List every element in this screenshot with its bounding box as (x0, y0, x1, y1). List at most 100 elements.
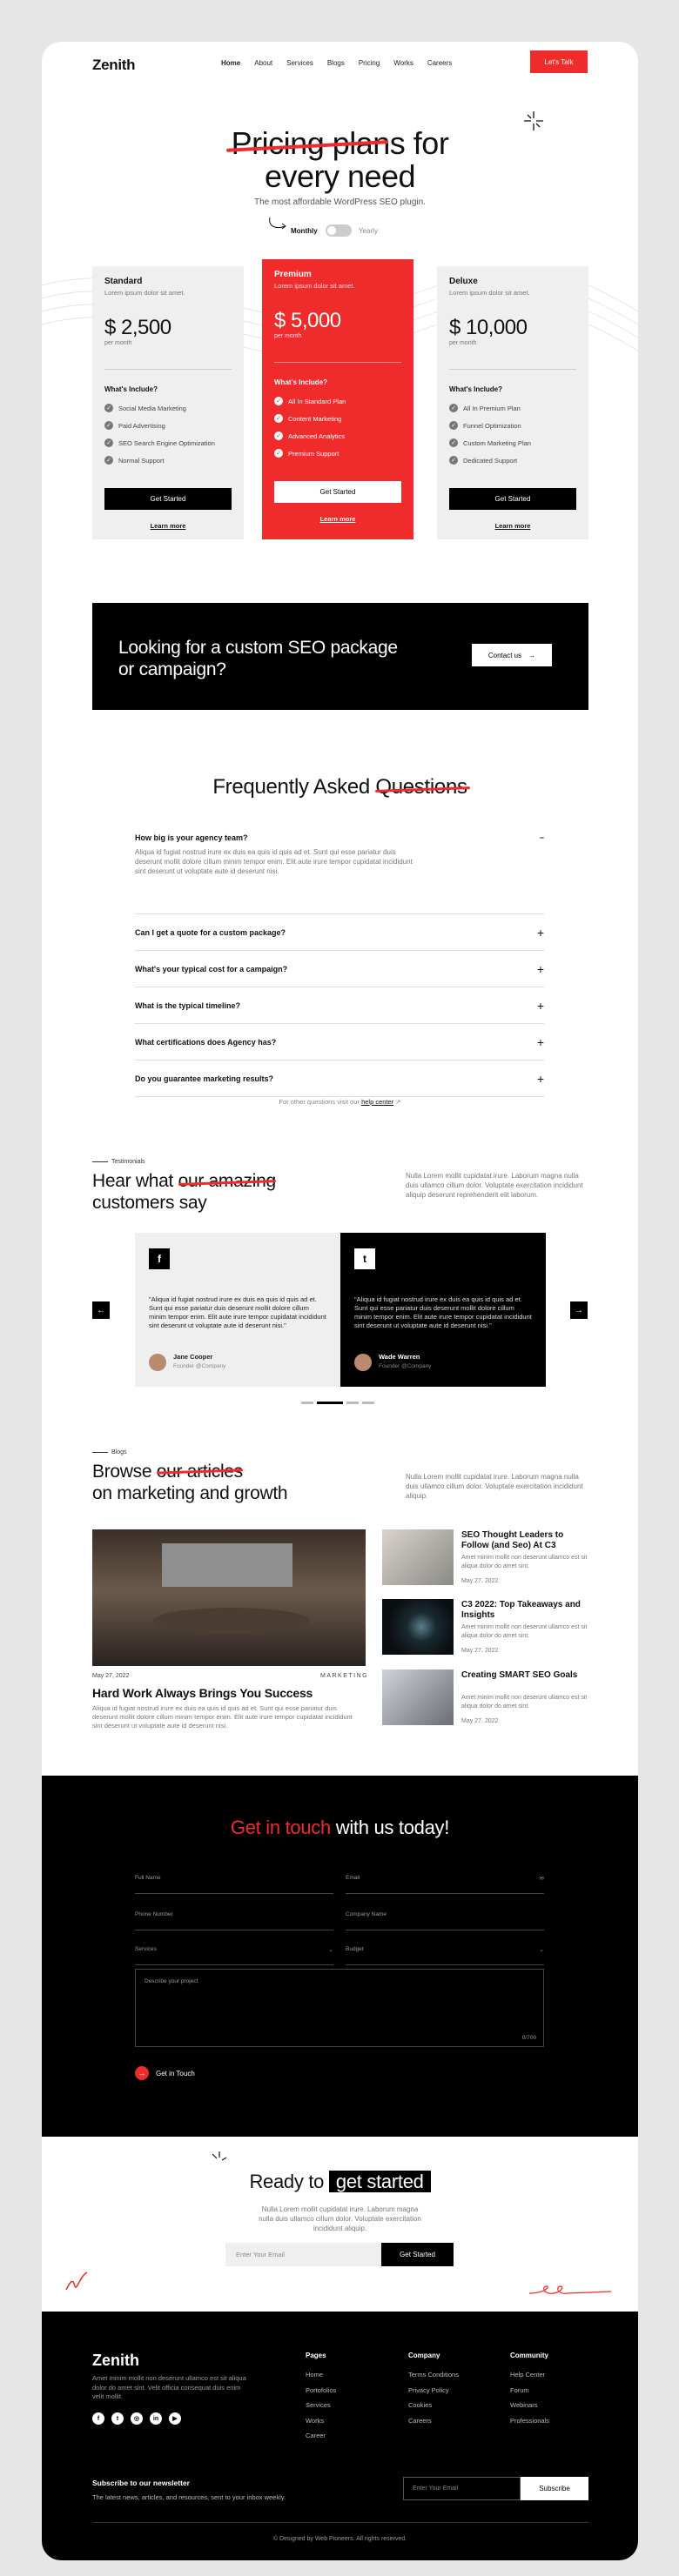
post-thumbnail[interactable] (382, 1529, 454, 1585)
lets-talk-button[interactable]: Let's Talk (530, 50, 588, 73)
post-thumbnail[interactable] (382, 1669, 454, 1725)
plan-name: Deluxe (449, 277, 478, 286)
footer-link[interactable]: Webinars (510, 2398, 549, 2413)
faq-item[interactable]: What is the typical timeline? + (135, 987, 544, 1024)
logo[interactable]: Zenith (92, 57, 136, 74)
instagram-icon[interactable]: ◎ (131, 2412, 143, 2425)
custom-package-banner: Looking for a custom SEO package or camp… (92, 603, 588, 710)
feature-text: SEO Search Engine Optimization (118, 438, 215, 447)
footer-link[interactable]: Home (306, 2367, 336, 2383)
services-select[interactable]: Services ⌄ (135, 1946, 333, 1965)
email-field[interactable]: Email ✉ (346, 1875, 544, 1894)
footer-link[interactable]: Help Center (510, 2367, 549, 2383)
feature-text: Normal Support (118, 456, 165, 465)
external-link-icon[interactable]: ↗ (395, 1098, 400, 1106)
nav-home[interactable]: Home (221, 59, 240, 67)
footer-link[interactable]: Forum (510, 2383, 549, 2399)
carousel-next-button[interactable]: → (570, 1301, 588, 1319)
plus-icon[interactable]: + (537, 999, 544, 1013)
faq-item[interactable]: What certifications does Agency has? + (135, 1024, 544, 1061)
footer-link[interactable]: Career (306, 2428, 336, 2444)
contact-us-button[interactable]: Contact us → (472, 644, 552, 666)
char-counter: 0/700 (521, 2035, 536, 2041)
minus-icon[interactable]: − (540, 833, 544, 842)
get-started-button[interactable]: Get Started (104, 488, 232, 510)
check-icon: ✓ (449, 438, 458, 447)
carousel-dot[interactable] (362, 1402, 374, 1404)
faq-item-open[interactable]: How big is your agency team? − Aliqua id … (135, 833, 544, 876)
main-blog-image[interactable] (92, 1529, 366, 1666)
nav-works[interactable]: Works (393, 59, 413, 67)
divider (449, 369, 576, 370)
nav-services[interactable]: Services (286, 59, 313, 67)
testimonials-title: Hear what our amazing customers say (92, 1170, 336, 1214)
project-textarea[interactable]: Describe your project 0/700 (135, 1969, 544, 2047)
cta-email-input[interactable]: Enter Your Email (225, 2243, 381, 2266)
post-date: May 27, 2022 (461, 1718, 499, 1724)
phone-number-field[interactable]: Phone Number (135, 1911, 333, 1930)
help-center-link[interactable]: help center (361, 1098, 393, 1106)
nav-blogs[interactable]: Blogs (327, 59, 345, 67)
plus-icon[interactable]: + (537, 1072, 544, 1086)
newsletter-email-input[interactable]: Enter Your Email (403, 2477, 521, 2500)
footer-link[interactable]: Professionals (510, 2413, 549, 2429)
footer-col-pages: Pages Home Portofolios Services Works Ca… (306, 2352, 336, 2444)
button-label: Get in Touch (156, 2069, 195, 2078)
nav-careers[interactable]: Careers (427, 59, 452, 67)
footer-link[interactable]: Portofolios (306, 2383, 336, 2399)
facebook-icon[interactable]: f (92, 2412, 104, 2425)
carousel-dot-active[interactable] (317, 1402, 343, 1404)
tag-label: Testimonials (111, 1159, 145, 1165)
monthly-label[interactable]: Monthly (291, 227, 318, 235)
faq-question: How big is your agency team? (135, 833, 248, 842)
learn-more-link[interactable]: Learn more (104, 522, 232, 530)
learn-more-link[interactable]: Learn more (274, 515, 401, 523)
faq-item[interactable]: What's your typical cost for a campaign?… (135, 951, 544, 987)
nav-about[interactable]: About (254, 59, 272, 67)
twitter-icon[interactable]: t (111, 2412, 124, 2425)
footer-link[interactable]: Cookies (408, 2398, 459, 2413)
post-thumbnail[interactable] (382, 1599, 454, 1655)
faq-item[interactable]: Do you guarantee marketing results? + (135, 1061, 544, 1097)
nav-pricing[interactable]: Pricing (359, 59, 380, 67)
get-in-touch-button[interactable]: → Get in Touch (135, 2066, 195, 2080)
full-name-field[interactable]: Full Name (135, 1875, 333, 1894)
budget-select[interactable]: Budget ⌄ (346, 1946, 544, 1965)
plus-icon[interactable]: + (537, 1035, 544, 1049)
arrow-right-icon: → (528, 651, 536, 659)
yearly-label[interactable]: Yearly (359, 227, 378, 235)
youtube-icon[interactable]: ▶ (169, 2412, 181, 2425)
divider (274, 362, 401, 363)
plus-icon[interactable]: + (537, 962, 544, 976)
feature-item: ✓ SEO Search Engine Optimization (104, 434, 232, 452)
get-started-button[interactable]: Get Started (274, 481, 401, 503)
post-title[interactable]: Creating SMART SEO Goals (461, 1670, 588, 1681)
get-started-button[interactable]: Get Started (449, 488, 576, 510)
footer-link[interactable]: Terms Conditions (408, 2367, 459, 2383)
plan-name: Standard (104, 277, 143, 286)
faq-item[interactable]: Can I get a quote for a custom package? + (135, 914, 544, 951)
carousel-prev-button[interactable]: ← (92, 1301, 110, 1319)
footer-logo[interactable]: Zenith (92, 2352, 139, 2370)
plus-icon[interactable]: + (537, 926, 544, 940)
footer-link[interactable]: Careers (408, 2413, 459, 2429)
cta-get-started-button[interactable]: Get Started (381, 2243, 454, 2266)
footer-col-title: Company (408, 2352, 440, 2359)
linkedin-icon[interactable]: in (150, 2412, 162, 2425)
subscribe-button[interactable]: Subscribe (521, 2477, 588, 2500)
footer-link[interactable]: Privacy Policy (408, 2383, 459, 2399)
billing-toggle[interactable] (326, 224, 352, 237)
post-title[interactable]: C3 2022: Top Takeaways and Insights (461, 1600, 588, 1621)
carousel-dot[interactable] (346, 1402, 359, 1404)
tag-label: Blogs (111, 1449, 127, 1455)
main-blog-title[interactable]: Hard Work Always Brings You Success (92, 1686, 313, 1700)
footer-col-company: Company Terms Conditions Privacy Policy … (408, 2352, 459, 2428)
footer-link[interactable]: Works (306, 2413, 336, 2429)
company-name-field[interactable]: Company Name (346, 1911, 544, 1930)
testimonial-card: t "Aliqua id fugiat nostrud irure ex dui… (340, 1233, 546, 1387)
learn-more-link[interactable]: Learn more (449, 522, 576, 530)
post-title[interactable]: SEO Thought Leaders to Follow (and Seo) … (461, 1530, 588, 1551)
check-icon: ✓ (274, 397, 283, 405)
carousel-dot[interactable] (301, 1402, 313, 1404)
footer-link[interactable]: Services (306, 2398, 336, 2413)
